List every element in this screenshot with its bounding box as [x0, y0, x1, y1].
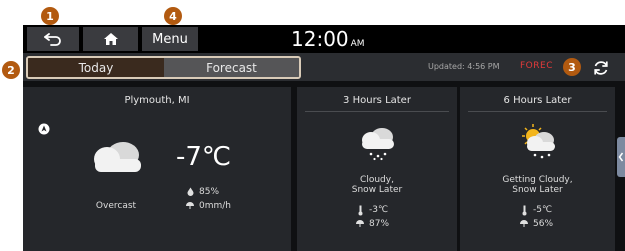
- location-compass-icon[interactable]: [38, 123, 50, 135]
- sun-snow-cloud-icon: [522, 124, 555, 159]
- precipitation-value: 0mm/h: [199, 201, 231, 211]
- callout-refresh: 3: [563, 58, 581, 76]
- forecast-title: 6 Hours Later: [503, 95, 572, 106]
- current-weather-panel: Plymouth, MI -7℃ Overcast 85% 0mm/h: [23, 87, 291, 251]
- thermometer-icon: [522, 205, 527, 216]
- screenshot-root: 1 4 2 Menu 12:00 AM Today Forecast Updat…: [0, 0, 625, 251]
- clock-ampm: AM: [350, 39, 365, 49]
- callout-tabs: 2: [2, 61, 20, 79]
- menu-button-label: Menu: [152, 31, 188, 47]
- forecast-temperature: -5℃: [533, 205, 553, 215]
- head-unit-screen: Menu 12:00 AM Today Forecast Updated: 4:5…: [23, 25, 625, 251]
- clock-time: 12:00: [291, 27, 349, 51]
- refresh-button[interactable]: [591, 58, 611, 78]
- top-bar: Menu 12:00 AM: [23, 25, 625, 53]
- forecast-panel-3h: 3 Hours Later Cloudy, Snow Later -3℃ 87%: [297, 87, 457, 251]
- menu-button[interactable]: Menu: [142, 27, 198, 51]
- forecast-condition-line2: Snow Later: [351, 185, 403, 195]
- callout-menu: 4: [164, 7, 182, 25]
- tab-forecast[interactable]: Forecast: [164, 58, 299, 77]
- view-tabs: Today Forecast: [26, 56, 301, 79]
- source-logo: FOREC: [520, 61, 553, 71]
- divider: [305, 111, 449, 112]
- location-name: Plymouth, MI: [124, 95, 190, 106]
- current-temperature: -7℃: [176, 142, 232, 172]
- divider: [468, 111, 607, 112]
- chance-icon: [356, 220, 364, 227]
- back-button[interactable]: [27, 27, 79, 51]
- cloud-icon: [94, 142, 141, 172]
- side-panel-handle[interactable]: [617, 137, 625, 177]
- tab-row: Today Forecast Updated: 4:56 PM FOREC 3: [23, 53, 625, 81]
- thermometer-icon: [358, 205, 363, 216]
- forecast-temperature: -3℃: [369, 205, 389, 215]
- forecast-condition-line1: Cloudy,: [360, 175, 394, 185]
- humidity-icon: [187, 187, 194, 196]
- forecast-condition-line1: Getting Cloudy,: [502, 175, 573, 185]
- chance-icon: [520, 220, 528, 227]
- tab-today-label: Today: [78, 60, 114, 75]
- updated-time: Updated: 4:56 PM: [428, 62, 500, 71]
- tab-today[interactable]: Today: [28, 58, 164, 77]
- forecast-panel-6h: 6 Hours Later Getting Cloudy, Snow Later…: [460, 87, 615, 251]
- forecast-chance: 56%: [533, 219, 554, 229]
- snow-cloud-icon: [362, 128, 394, 161]
- precipitation-icon: [186, 202, 194, 209]
- humidity-value: 85%: [199, 187, 220, 197]
- chevron-left-icon: [618, 152, 624, 162]
- home-button[interactable]: [83, 27, 138, 51]
- forecast-chance: 87%: [369, 219, 390, 229]
- forecast-condition-line2: Snow Later: [512, 185, 563, 195]
- home-icon: [103, 33, 118, 45]
- current-condition: Overcast: [95, 201, 137, 211]
- refresh-icon: [594, 61, 608, 75]
- callout-back: 1: [41, 7, 59, 25]
- forecast-title: 3 Hours Later: [343, 95, 411, 106]
- clock: 12:00 AM: [291, 27, 365, 51]
- tab-forecast-label: Forecast: [206, 60, 257, 75]
- back-arrow-icon: [44, 33, 61, 46]
